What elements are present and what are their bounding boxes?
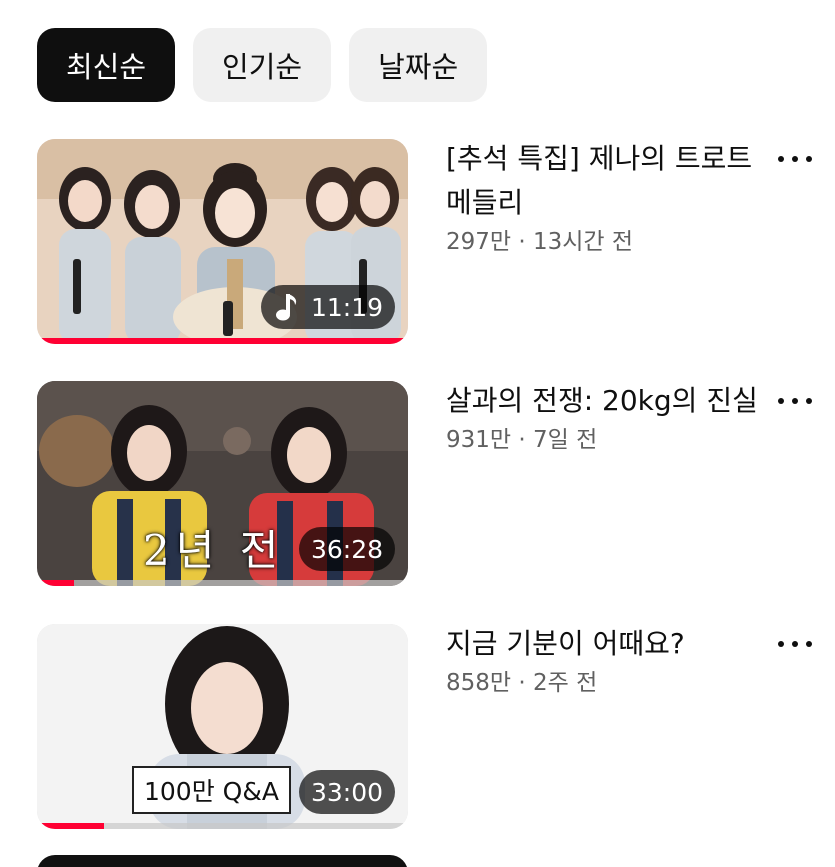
- music-note-icon: [275, 294, 297, 321]
- watch-progress-bar: [37, 823, 104, 829]
- watch-progress-bar: [37, 580, 75, 586]
- watch-progress-track: [37, 580, 408, 586]
- thumbnail-caption: 100만 Q&A: [132, 766, 291, 814]
- video-stats: 297만 · 13시간 전: [446, 229, 634, 255]
- next-video-thumbnail[interactable]: [37, 855, 408, 867]
- video-stats: 858만 · 2주 전: [446, 670, 598, 696]
- video-meta: [추석 특집] 제나의 트로트 메들리 297만 · 13시간 전: [446, 139, 766, 259]
- thumbnail-caption: 2년 전: [143, 526, 285, 575]
- chip-popular[interactable]: 인기순: [193, 28, 332, 102]
- duration-text: 11:19: [310, 292, 383, 322]
- video-item[interactable]: 11:19 [추석 특집] 제나의 트로트 메들리 297만 · 13시간 전: [37, 139, 827, 344]
- duration-text: 33:00: [310, 777, 383, 807]
- duration-badge: 11:19: [260, 285, 395, 329]
- video-thumbnail[interactable]: 100만 Q&A 33:00: [37, 624, 408, 829]
- video-item[interactable]: 2년 전 36:28 살과의 전쟁: 20kg의 진실 931만 · 7일 전: [37, 381, 827, 586]
- watch-progress-bar: [37, 338, 408, 344]
- video-item[interactable]: 100만 Q&A 33:00 지금 기분이 어때요? 858만 · 2주 전: [37, 624, 827, 829]
- video-meta: 지금 기분이 어때요? 858만 · 2주 전: [446, 624, 766, 700]
- chip-latest[interactable]: 최신순: [37, 28, 176, 102]
- video-meta: 살과의 전쟁: 20kg의 진실 931만 · 7일 전: [446, 381, 766, 457]
- video-title[interactable]: 살과의 전쟁: 20kg의 진실: [446, 379, 766, 423]
- duration-text: 36:28: [310, 534, 383, 564]
- more-options-icon[interactable]: [778, 634, 812, 654]
- chip-date[interactable]: 날짜순: [349, 28, 488, 102]
- more-options-icon[interactable]: [778, 149, 812, 169]
- video-thumbnail[interactable]: 2년 전 36:28: [37, 381, 408, 586]
- video-stats: 931만 · 7일 전: [446, 427, 598, 453]
- duration-badge: 33:00: [298, 770, 395, 814]
- video-list-page: 최신순 인기순 날짜순 11:19 [추석 특집] 제나의 트로트 메들리 29…: [0, 0, 835, 867]
- video-title[interactable]: 지금 기분이 어때요?: [446, 622, 766, 666]
- video-title[interactable]: [추석 특집] 제나의 트로트 메들리: [446, 137, 766, 225]
- duration-badge: 36:28: [298, 527, 395, 571]
- more-options-icon[interactable]: [778, 391, 812, 411]
- video-thumbnail[interactable]: 11:19: [37, 139, 408, 344]
- sort-chips: 최신순 인기순 날짜순: [37, 28, 488, 102]
